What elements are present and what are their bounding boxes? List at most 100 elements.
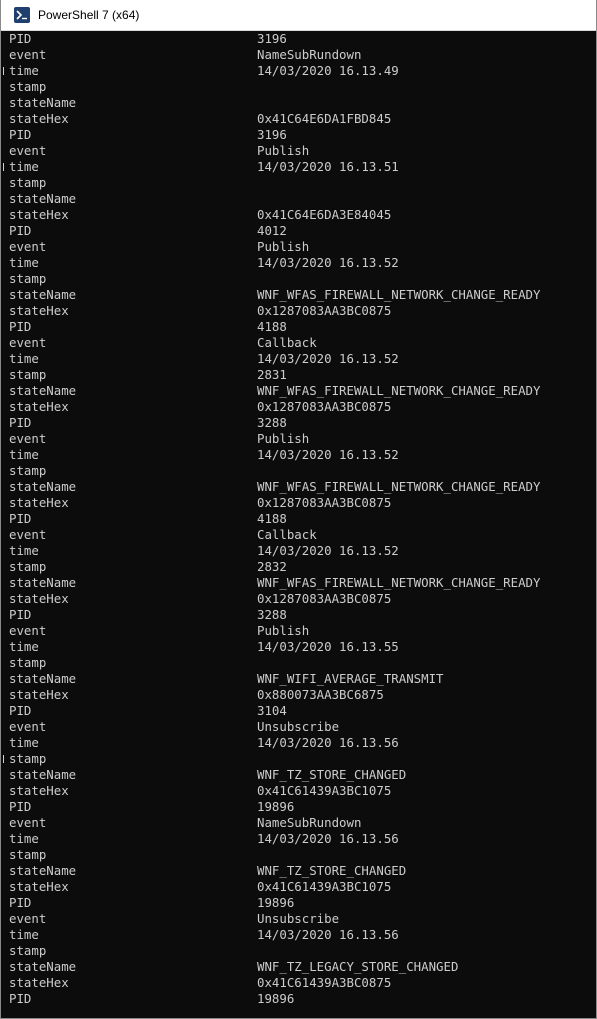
property-value: WNF_TZ_LEGACY_STORE_CHANGED <box>257 959 459 974</box>
console-row: stateName WNF_TZ_STORE_CHANGED <box>1 863 596 879</box>
property-value: 0x1287083AA3BC0875 <box>257 591 392 606</box>
console-row: event Unsubscribe <box>1 911 596 927</box>
property-value: 0x880073AA3BC6875 <box>257 687 384 702</box>
property-value: 0x41C61439A3BC0875 <box>257 975 392 990</box>
property-name: time <box>9 831 39 846</box>
title-bar[interactable]: PowerShell 7 (x64) <box>1 0 596 31</box>
console-row: event Callback <box>1 335 596 351</box>
console-row: event Publish <box>1 239 596 255</box>
property-value: Publish <box>257 143 310 158</box>
property-value: 14/03/2020 16.13.51 <box>257 159 399 174</box>
property-value: WNF_WFAS_FIREWALL_NETWORK_CHANGE_READY <box>257 287 541 302</box>
console-row: event NameSubRundown <box>1 815 596 831</box>
caret-artifact <box>3 755 4 763</box>
property-value: 14/03/2020 16.13.49 <box>257 63 399 78</box>
console-row: stamp <box>1 79 596 95</box>
console-row: stateHex 0x41C61439A3BC1075 <box>1 783 596 799</box>
property-value: 14/03/2020 16.13.55 <box>257 639 399 654</box>
property-value: 4188 <box>257 319 287 334</box>
property-name: PID <box>9 223 32 238</box>
property-name: stamp <box>9 751 47 766</box>
property-name: event <box>9 527 47 542</box>
property-name: time <box>9 447 39 462</box>
property-value: WNF_WFAS_FIREWALL_NETWORK_CHANGE_READY <box>257 575 541 590</box>
console-row: stateHex 0x41C64E6DA1FBD845 <box>1 111 596 127</box>
property-value: 19896 <box>257 799 295 814</box>
property-value: 3288 <box>257 415 287 430</box>
property-value: Publish <box>257 623 310 638</box>
property-name: stateName <box>9 767 77 782</box>
property-name: stateHex <box>9 399 69 414</box>
console-output[interactable]: PID 3196 event NameSubRundown time 14/03/2020… <box>1 31 596 1018</box>
console-row: PID 4012 <box>1 223 596 239</box>
property-value: WNF_WFAS_FIREWALL_NETWORK_CHANGE_READY <box>257 383 541 398</box>
console-row: event Publish <box>1 143 596 159</box>
property-value: WNF_TZ_STORE_CHANGED <box>257 863 407 878</box>
property-name: stateHex <box>9 111 69 126</box>
property-value: Unsubscribe <box>257 719 340 734</box>
console-row: stateName <box>1 95 596 111</box>
property-name: stamp <box>9 79 47 94</box>
console-row: PID 3288 <box>1 415 596 431</box>
property-name: event <box>9 335 47 350</box>
property-name: stateName <box>9 575 77 590</box>
property-name: stateName <box>9 479 77 494</box>
console-row: stamp <box>1 463 596 479</box>
property-value: 3196 <box>257 127 287 142</box>
console-row: time 14/03/2020 16.13.52 <box>1 255 596 271</box>
property-name: PID <box>9 703 32 718</box>
property-value: 0x41C61439A3BC1075 <box>257 783 392 798</box>
console-row: time 14/03/2020 16.13.51 <box>1 159 596 175</box>
console-row: PID 3196 <box>1 127 596 143</box>
property-name: time <box>9 639 39 654</box>
property-value: 14/03/2020 16.13.56 <box>257 927 399 942</box>
console-row: event Publish <box>1 431 596 447</box>
console-row: time 14/03/2020 16.13.52 <box>1 543 596 559</box>
console-row: time 14/03/2020 16.13.52 <box>1 447 596 463</box>
console-row: time 14/03/2020 16.13.55 <box>1 639 596 655</box>
property-value: 0x41C64E6DA3E84045 <box>257 207 392 222</box>
console-row: stateName WNF_WIFI_AVERAGE_TRANSMIT <box>1 671 596 687</box>
property-name: PID <box>9 31 32 46</box>
console-row: stamp 2831 <box>1 367 596 383</box>
property-value: Unsubscribe <box>257 911 340 926</box>
console-row: stateName WNF_TZ_STORE_CHANGED <box>1 767 596 783</box>
console-row: PID 19896 <box>1 895 596 911</box>
property-name: PID <box>9 895 32 910</box>
property-value: 3196 <box>257 31 287 46</box>
property-value: 4188 <box>257 511 287 526</box>
property-name: stamp <box>9 271 47 286</box>
property-name: stateName <box>9 959 77 974</box>
console-row: stamp <box>1 655 596 671</box>
property-name: PID <box>9 511 32 526</box>
console-row: PID 3288 <box>1 607 596 623</box>
property-name: stateName <box>9 383 77 398</box>
property-name: event <box>9 47 47 62</box>
property-value: 2832 <box>257 559 287 574</box>
property-name: stateName <box>9 95 77 110</box>
property-value: 14/03/2020 16.13.56 <box>257 735 399 750</box>
console-row: time 14/03/2020 16.13.49 <box>1 63 596 79</box>
property-name: stamp <box>9 175 47 190</box>
property-name: stamp <box>9 463 47 478</box>
console-row: PID 3196 <box>1 31 596 47</box>
console-row: stamp <box>1 271 596 287</box>
property-value: 2831 <box>257 367 287 382</box>
property-value: 14/03/2020 16.13.56 <box>257 831 399 846</box>
console-row: stamp <box>1 943 596 959</box>
property-name: stateHex <box>9 687 69 702</box>
property-name: PID <box>9 799 32 814</box>
property-name: stateName <box>9 191 77 206</box>
property-value: WNF_WIFI_AVERAGE_TRANSMIT <box>257 671 444 686</box>
property-name: stateHex <box>9 975 69 990</box>
console-row: event Unsubscribe <box>1 719 596 735</box>
property-name: event <box>9 911 47 926</box>
console-row: stateName WNF_TZ_LEGACY_STORE_CHANGED <box>1 959 596 975</box>
property-value: 19896 <box>257 991 295 1006</box>
property-name: time <box>9 927 39 942</box>
property-name: stateName <box>9 863 77 878</box>
console-row: stateHex 0x41C61439A3BC0875 <box>1 975 596 991</box>
console-row: PID 19896 <box>1 799 596 815</box>
property-name: stamp <box>9 367 47 382</box>
property-name: time <box>9 735 39 750</box>
